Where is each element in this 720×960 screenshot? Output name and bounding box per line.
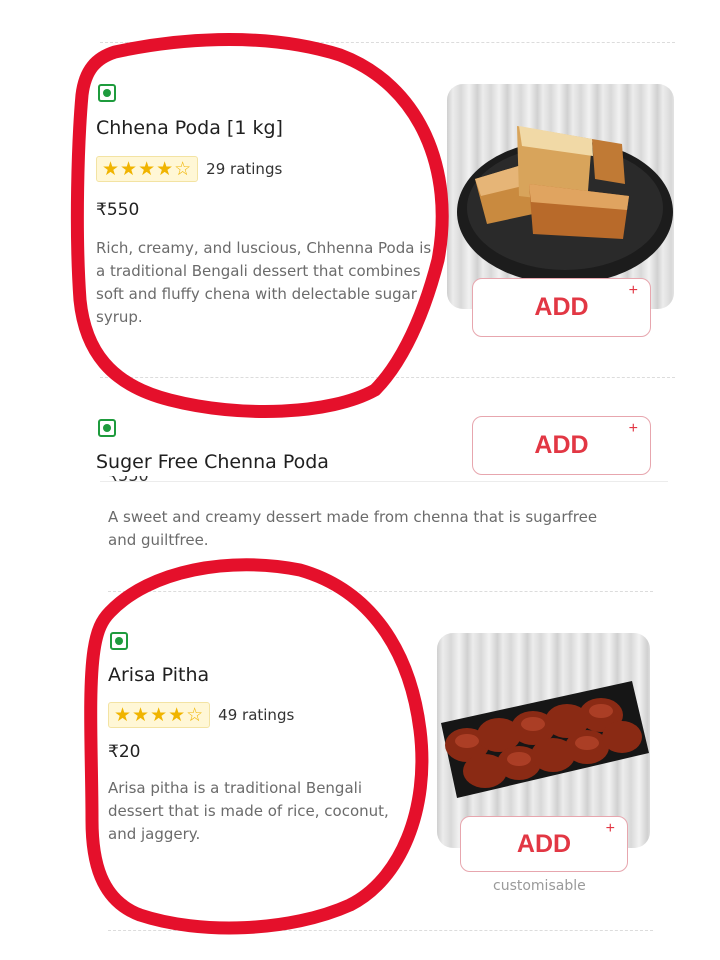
top-divider bbox=[100, 42, 675, 43]
item-title: Arisa Pitha bbox=[108, 664, 210, 686]
rating-badge: ★★★★☆ 29 ratings bbox=[96, 156, 282, 182]
veg-indicator-icon bbox=[110, 632, 128, 650]
star-icon: ★★★★☆ bbox=[108, 702, 211, 728]
rating-badge: ★★★★☆ 49 ratings bbox=[108, 702, 294, 728]
food-image[interactable] bbox=[447, 84, 674, 309]
item-description: Rich, creamy, and luscious, Chhenna Poda… bbox=[96, 239, 432, 326]
bottom-divider bbox=[108, 930, 653, 931]
item-divider bbox=[100, 481, 668, 482]
plus-icon: + bbox=[628, 420, 638, 437]
add-label: ADD bbox=[534, 431, 589, 459]
plus-icon: + bbox=[628, 282, 638, 299]
item-description: A sweet and creamy dessert made from che… bbox=[108, 508, 598, 549]
item-divider bbox=[108, 591, 653, 592]
add-label: ADD bbox=[534, 293, 589, 321]
veg-indicator-icon bbox=[98, 419, 116, 437]
annotation-circle bbox=[70, 33, 449, 418]
item-price-clipped: ₹550 bbox=[108, 476, 154, 486]
item-price: ₹550 bbox=[96, 200, 140, 220]
veg-indicator-icon bbox=[98, 84, 116, 102]
rating-count: 29 ratings bbox=[206, 160, 283, 178]
item-divider bbox=[100, 377, 675, 378]
item-price: ₹20 bbox=[108, 742, 141, 762]
add-button[interactable]: ADD + bbox=[460, 816, 628, 872]
star-icon: ★★★★☆ bbox=[96, 156, 199, 182]
rating-count: 49 ratings bbox=[218, 706, 295, 724]
item-title: Suger Free Chenna Poda bbox=[96, 451, 329, 473]
customisable-label: customisable bbox=[493, 878, 586, 894]
item-description: Arisa pitha is a traditional Bengali des… bbox=[108, 779, 389, 843]
add-label: ADD bbox=[516, 829, 572, 858]
add-button[interactable]: ADD + bbox=[472, 278, 651, 337]
plus-icon: + bbox=[605, 820, 615, 837]
chhena-poda-image bbox=[457, 126, 673, 284]
add-button[interactable]: ADD + bbox=[472, 416, 651, 475]
item-title: Chhena Poda [1 kg] bbox=[96, 117, 283, 139]
